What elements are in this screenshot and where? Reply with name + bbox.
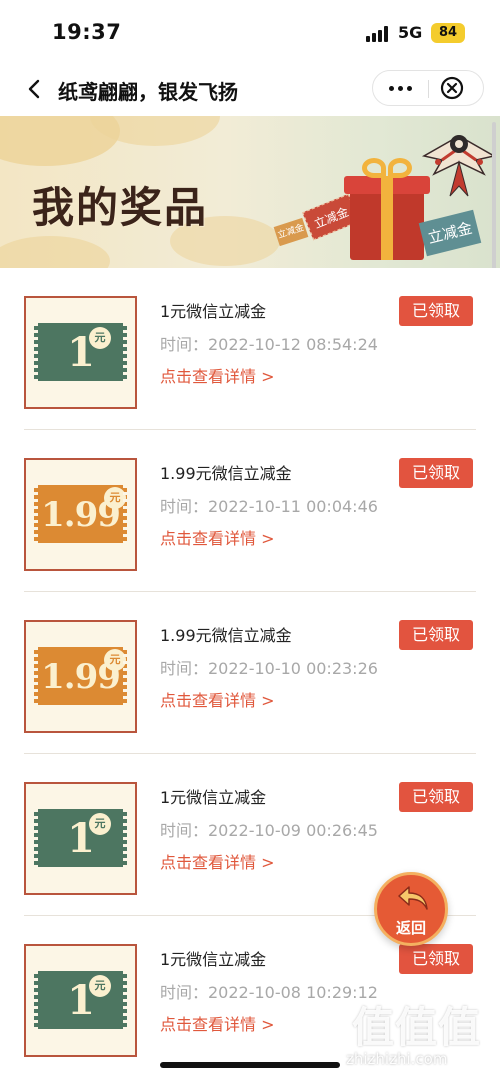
prize-name: 1.99元微信立减金: [160, 464, 292, 483]
coupon-ticket-decoration: 立减金: [273, 217, 309, 247]
prize-time: 时间：2022-10-10 00:23:26: [160, 659, 378, 678]
view-details-link[interactable]: 点击查看详情 >: [160, 363, 275, 387]
coupon-unit: 元: [104, 649, 126, 671]
nav-bar: 纸鸢翩翩，银发飞扬: [0, 62, 500, 116]
claimed-status-badge: 已领取: [399, 782, 473, 812]
coupon-ticket-decoration: 立减金: [418, 209, 482, 257]
claimed-status-badge: 已领取: [399, 458, 473, 488]
prize-time: 时间：2022-10-09 00:26:45: [160, 821, 378, 840]
prize-time: 时间：2022-10-12 08:54:24: [160, 335, 378, 354]
more-button[interactable]: [373, 71, 428, 105]
page-title: 纸鸢翩翩，银发飞扬: [58, 80, 238, 104]
swallow-kite-icon: [421, 135, 497, 197]
coupon-image: 1 元: [24, 296, 137, 409]
claimed-status-badge: 已领取: [399, 620, 473, 650]
coupon-unit: 元: [89, 327, 111, 349]
chevron-left-icon: [28, 79, 40, 99]
coupon-image: 1 元: [24, 782, 137, 895]
coupon-image: 1.99 元: [24, 458, 137, 571]
status-time: 19:37: [52, 20, 122, 44]
close-button[interactable]: [431, 75, 471, 101]
status-bar: 19:37 5G 84: [0, 0, 500, 62]
claimed-status-badge: 已领取: [399, 944, 473, 974]
return-arrow-icon: [398, 886, 428, 910]
prize-item[interactable]: 1.99 元 1.99元微信立减金 时间：2022-10-10 00:23:26…: [24, 592, 476, 754]
more-dots-icon: [389, 86, 394, 91]
banner-title: 我的奖品: [32, 183, 209, 232]
prize-name: 1元微信立减金: [160, 302, 267, 321]
prize-list: 1 元 1元微信立减金 时间：2022-10-12 08:54:24 点击查看详…: [0, 268, 500, 1082]
coupon-image: 1 元: [24, 944, 137, 1057]
network-label: 5G: [398, 23, 423, 42]
claimed-status-badge: 已领取: [399, 296, 473, 326]
prize-item[interactable]: 1.99 元 1.99元微信立减金 时间：2022-10-11 00:04:46…: [24, 430, 476, 592]
return-button-label: 返回: [395, 919, 426, 937]
coupon-image: 1.99 元: [24, 620, 137, 733]
battery-icon: 84: [431, 23, 465, 43]
circle-close-icon: [440, 76, 464, 100]
coupon-unit: 元: [89, 975, 111, 997]
view-details-link[interactable]: 点击查看详情 >: [160, 525, 275, 549]
prize-name: 1元微信立减金: [160, 950, 267, 969]
view-details-link[interactable]: 点击查看详情 >: [160, 687, 275, 711]
prize-item[interactable]: 1 元 1元微信立减金 时间：2022-10-12 08:54:24 点击查看详…: [24, 268, 476, 430]
capsule-divider: [428, 80, 429, 98]
prize-banner: 我的奖品 立减金 立减金 立减金: [0, 116, 500, 268]
view-details-link[interactable]: 点击查看详情 >: [160, 849, 275, 873]
home-indicator[interactable]: [160, 1062, 340, 1068]
prize-name: 1.99元微信立减金: [160, 626, 292, 645]
mini-program-capsule: [372, 70, 484, 106]
watermark-logo: 值值值: [352, 1003, 482, 1052]
prize-time: 时间：2022-10-11 00:04:46: [160, 497, 378, 516]
watermark-text: zhizhizhi.com: [346, 1050, 448, 1068]
return-button[interactable]: 返回: [374, 872, 448, 946]
watermark: 值值值 zhizhizhi.com: [346, 994, 496, 1078]
back-button[interactable]: [20, 74, 50, 104]
coupon-unit: 元: [89, 813, 111, 835]
signal-icon: [366, 26, 390, 42]
coupon-amount: 1: [67, 329, 95, 376]
view-details-link[interactable]: 点击查看详情 >: [160, 1011, 275, 1035]
coupon-amount: 1: [67, 977, 95, 1024]
coupon-amount: 1: [67, 815, 95, 862]
prize-name: 1元微信立减金: [160, 788, 267, 807]
coupon-unit: 元: [104, 487, 126, 509]
